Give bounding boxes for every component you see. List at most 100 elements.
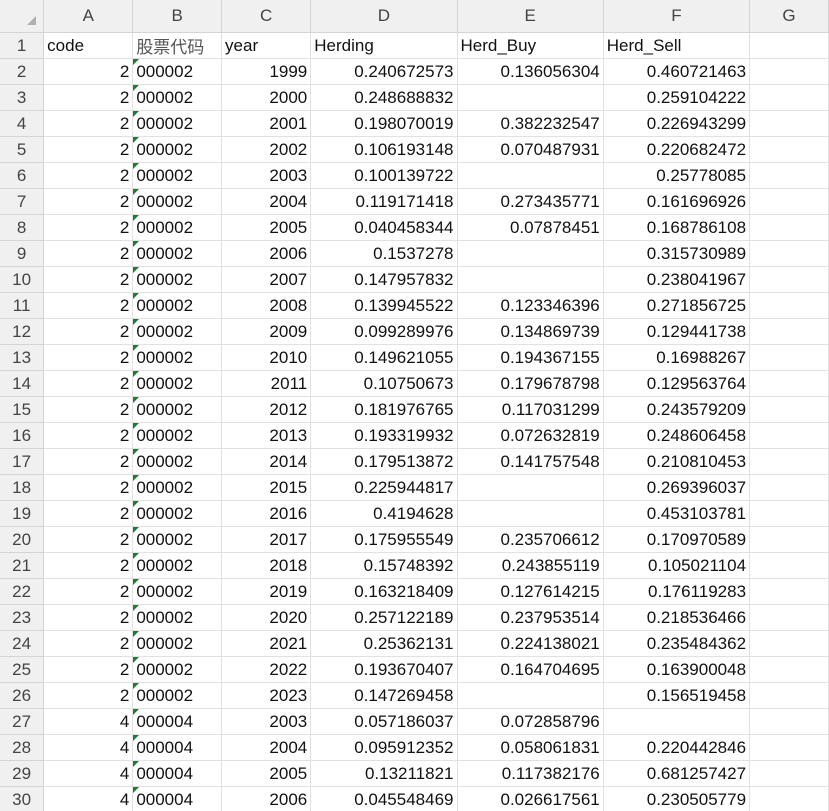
- cell-b[interactable]: 000002: [132, 552, 223, 579]
- cell-a[interactable]: 2: [43, 162, 134, 189]
- cell-c[interactable]: 2017: [221, 526, 312, 553]
- row-header-17[interactable]: 17: [0, 448, 45, 475]
- cell-g[interactable]: [749, 292, 829, 319]
- cell-a[interactable]: 2: [43, 578, 134, 605]
- row-header-11[interactable]: 11: [0, 292, 45, 319]
- cell-g[interactable]: [749, 734, 829, 761]
- cell-b[interactable]: 000002: [132, 682, 223, 709]
- cell-b[interactable]: 000002: [132, 136, 223, 163]
- cell-c[interactable]: 2010: [221, 344, 312, 371]
- cell-g[interactable]: [749, 318, 829, 345]
- cell-g[interactable]: [749, 786, 829, 811]
- cell-a[interactable]: 2: [43, 318, 134, 345]
- cell-a[interactable]: 2: [43, 136, 134, 163]
- cell-c[interactable]: 2003: [221, 708, 312, 735]
- cell-e[interactable]: 0.194367155: [457, 344, 604, 371]
- cell-e[interactable]: 0.235706612: [457, 526, 604, 553]
- cell-f[interactable]: 0.129441738: [603, 318, 751, 345]
- cell-b[interactable]: 000002: [132, 84, 223, 111]
- cell-d[interactable]: 0.106193148: [310, 136, 458, 163]
- cell-g[interactable]: [749, 84, 829, 111]
- row-header-25[interactable]: 25: [0, 656, 45, 683]
- cell-e[interactable]: 0.072858796: [457, 708, 604, 735]
- cell-e[interactable]: [457, 84, 604, 111]
- cell-b[interactable]: 000002: [132, 240, 223, 267]
- cell-a[interactable]: 2: [43, 266, 134, 293]
- cell-b[interactable]: 000002: [132, 604, 223, 631]
- cell-e[interactable]: 0.058061831: [457, 734, 604, 761]
- cell-f[interactable]: 0.235484362: [603, 630, 751, 657]
- cell-d[interactable]: 0.099289976: [310, 318, 458, 345]
- row-header-1[interactable]: 1: [0, 32, 45, 59]
- column-header-g[interactable]: G: [749, 0, 829, 33]
- row-header-4[interactable]: 4: [0, 110, 45, 137]
- cell-c[interactable]: 2003: [221, 162, 312, 189]
- cell-f[interactable]: 0.460721463: [603, 58, 751, 85]
- column-header-c[interactable]: C: [221, 0, 312, 33]
- cell-d[interactable]: 0.057186037: [310, 708, 458, 735]
- cell-b[interactable]: 000002: [132, 162, 223, 189]
- row-header-23[interactable]: 23: [0, 604, 45, 631]
- cell-b[interactable]: 000004: [132, 734, 223, 761]
- cell-d[interactable]: 0.15748392: [310, 552, 458, 579]
- cell-g[interactable]: [749, 578, 829, 605]
- cell-d[interactable]: 0.175955549: [310, 526, 458, 553]
- cell-f[interactable]: 0.218536466: [603, 604, 751, 631]
- cell-f[interactable]: 0.226943299: [603, 110, 751, 137]
- select-all-button[interactable]: [0, 0, 45, 33]
- cell-e[interactable]: 0.164704695: [457, 656, 604, 683]
- cell-c[interactable]: 2021: [221, 630, 312, 657]
- cell-d[interactable]: 0.193670407: [310, 656, 458, 683]
- cell-f[interactable]: 0.25778085: [603, 162, 751, 189]
- cell-b[interactable]: 000002: [132, 396, 223, 423]
- cell-b[interactable]: 000002: [132, 188, 223, 215]
- cell-d[interactable]: 0.240672573: [310, 58, 458, 85]
- cell-g[interactable]: [749, 448, 829, 475]
- cell-g[interactable]: [749, 240, 829, 267]
- cell-b[interactable]: 000004: [132, 786, 223, 811]
- cell-e[interactable]: 0.127614215: [457, 578, 604, 605]
- cell-e[interactable]: [457, 266, 604, 293]
- cell-a[interactable]: 2: [43, 396, 134, 423]
- cell-f[interactable]: 0.315730989: [603, 240, 751, 267]
- cell-d[interactable]: 0.163218409: [310, 578, 458, 605]
- cell-c[interactable]: 2008: [221, 292, 312, 319]
- cell-c[interactable]: 2001: [221, 110, 312, 137]
- cell-a[interactable]: 2: [43, 84, 134, 111]
- cell-f[interactable]: 0.105021104: [603, 552, 751, 579]
- cell-g[interactable]: [749, 396, 829, 423]
- cell-b[interactable]: 000002: [132, 110, 223, 137]
- cell-g[interactable]: [749, 760, 829, 787]
- header-cell-b[interactable]: 股票代码: [132, 32, 223, 59]
- cell-c[interactable]: 2012: [221, 396, 312, 423]
- cell-a[interactable]: 4: [43, 786, 134, 811]
- cell-d[interactable]: 0.040458344: [310, 214, 458, 241]
- cell-g[interactable]: [749, 682, 829, 709]
- cell-b[interactable]: 000002: [132, 292, 223, 319]
- row-header-19[interactable]: 19: [0, 500, 45, 527]
- cell-d[interactable]: 0.119171418: [310, 188, 458, 215]
- cell-a[interactable]: 4: [43, 708, 134, 735]
- cell-f[interactable]: 0.210810453: [603, 448, 751, 475]
- cell-c[interactable]: 2005: [221, 214, 312, 241]
- header-cell-g[interactable]: [749, 32, 829, 59]
- cell-b[interactable]: 000002: [132, 214, 223, 241]
- cell-c[interactable]: 2016: [221, 500, 312, 527]
- header-cell-d[interactable]: Herding: [310, 32, 458, 59]
- cell-g[interactable]: [749, 344, 829, 371]
- cell-e[interactable]: 0.026617561: [457, 786, 604, 811]
- cell-d[interactable]: 0.1537278: [310, 240, 458, 267]
- row-header-28[interactable]: 28: [0, 734, 45, 761]
- cell-e[interactable]: 0.237953514: [457, 604, 604, 631]
- cell-d[interactable]: 0.045548469: [310, 786, 458, 811]
- row-header-5[interactable]: 5: [0, 136, 45, 163]
- cell-g[interactable]: [749, 500, 829, 527]
- cell-g[interactable]: [749, 370, 829, 397]
- row-header-13[interactable]: 13: [0, 344, 45, 371]
- cell-b[interactable]: 000002: [132, 500, 223, 527]
- cell-c[interactable]: 2004: [221, 188, 312, 215]
- row-header-16[interactable]: 16: [0, 422, 45, 449]
- cell-d[interactable]: 0.139945522: [310, 292, 458, 319]
- cell-f[interactable]: 0.156519458: [603, 682, 751, 709]
- cell-f[interactable]: 0.230505779: [603, 786, 751, 811]
